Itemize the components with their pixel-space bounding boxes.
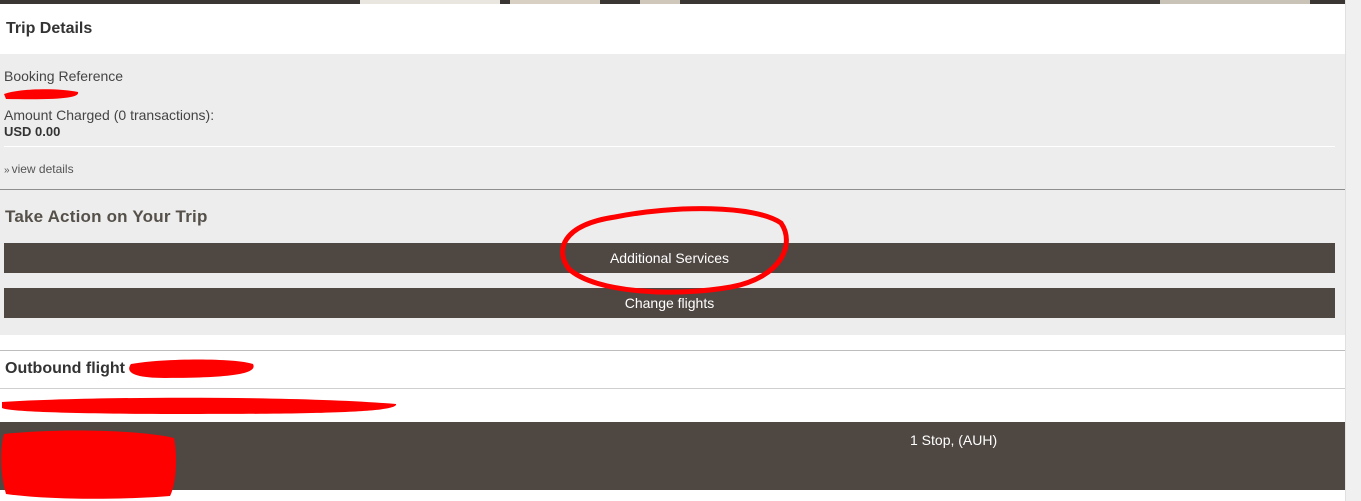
outbound-flight-title: Outbound flight xyxy=(5,360,125,377)
double-chevron-down-icon: » xyxy=(4,165,10,176)
section-divider-top xyxy=(0,350,1345,351)
view-details-label: view details xyxy=(11,162,74,176)
booking-reference-label: Booking Reference xyxy=(4,68,124,84)
stops-info: 1 Stop, (AUH) xyxy=(910,432,998,448)
annotation-circle xyxy=(560,206,789,295)
route-redaction xyxy=(2,397,397,414)
amount-charged-value: USD 0.00 xyxy=(4,124,61,139)
section-divider-bottom xyxy=(0,388,1345,389)
outbound-title-redaction xyxy=(129,359,254,378)
booking-reference-redaction xyxy=(4,89,79,100)
view-details-link[interactable]: » view details xyxy=(4,162,74,176)
trip-details-title: Trip Details xyxy=(6,20,93,37)
scrollbar[interactable] xyxy=(1345,0,1361,501)
flight-summary-bar xyxy=(0,422,1345,490)
flight-times-redaction xyxy=(1,430,177,499)
trip-details-header: Trip Details xyxy=(0,4,1345,54)
section-divider xyxy=(0,189,1345,190)
take-action-title: Take Action on Your Trip xyxy=(5,207,208,226)
amount-charged-label: Amount Charged (0 transactions): xyxy=(4,107,215,123)
page: Trip Details Booking Reference Amount Ch… xyxy=(0,0,1361,501)
divider xyxy=(4,146,1335,147)
